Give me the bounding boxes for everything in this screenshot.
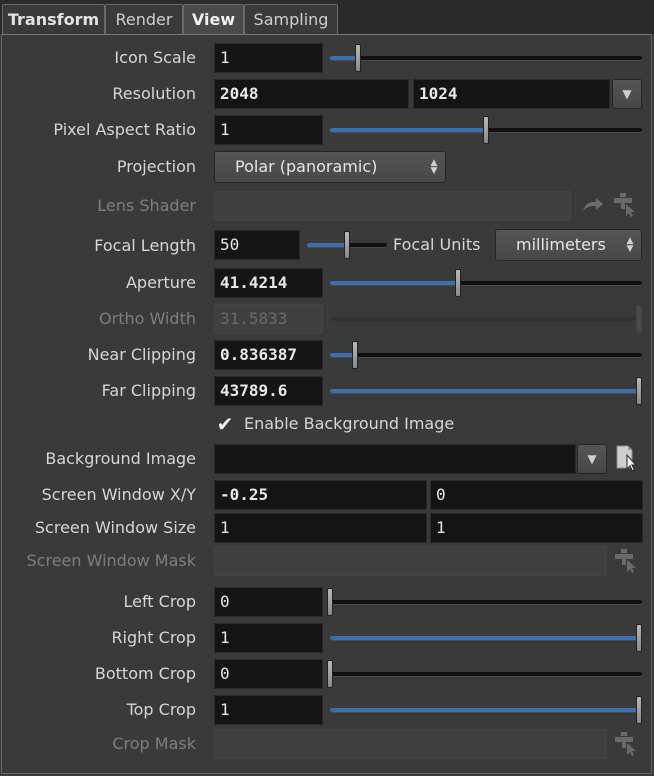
screen-window-y-field[interactable]: 0 <box>430 480 643 510</box>
screen-window-x-field[interactable]: -0.25 <box>214 480 427 510</box>
tab-view[interactable]: View <box>183 4 244 34</box>
node-chooser-icon[interactable] <box>611 728 641 758</box>
top-crop-slider-handle[interactable] <box>636 696 642 724</box>
projection-menu-value: Polar (panoramic) <box>235 157 378 176</box>
icon-scale-slider-handle[interactable] <box>355 44 362 72</box>
pixel-aspect-ratio-field[interactable]: 1 <box>214 115 323 145</box>
screen-window-size-y-field[interactable]: 1 <box>430 513 643 543</box>
background-image-field[interactable] <box>214 444 576 474</box>
top-crop-field[interactable]: 1 <box>214 695 323 725</box>
near-clipping-field[interactable]: 0.836387 <box>214 340 323 370</box>
tab-render[interactable]: Render <box>105 4 183 34</box>
enable-background-image-checkbox[interactable]: ✔ <box>214 413 236 435</box>
focal-length-label: Focal Length <box>94 236 196 255</box>
screen-window-mask-label: Screen Window Mask <box>26 551 196 570</box>
crop-mask-field[interactable] <box>214 729 607 759</box>
resolution-x-field[interactable]: 2048 <box>214 79 409 109</box>
tab-bar: Transform Render View Sampling <box>0 0 654 34</box>
tab-sampling[interactable]: Sampling <box>244 4 338 34</box>
icon-scale-slider[interactable] <box>330 56 642 60</box>
aperture-field[interactable]: 41.4214 <box>214 268 323 298</box>
icon-scale-label: Icon Scale <box>114 48 196 67</box>
bottom-crop-slider[interactable] <box>330 672 642 676</box>
ortho-width-field[interactable]: 31.5833 <box>214 304 323 334</box>
top-crop-label: Top Crop <box>126 700 196 719</box>
focal-units-label: Focal Units <box>393 235 481 254</box>
up-down-arrows-icon: ▲ ▼ <box>430 158 438 176</box>
resolution-label: Resolution <box>112 84 196 103</box>
ortho-width-slider[interactable] <box>330 317 642 321</box>
projection-label: Projection <box>116 157 196 176</box>
ortho-width-label: Ortho Width <box>99 309 196 328</box>
node-chooser-icon[interactable] <box>610 189 640 219</box>
file-chooser-icon[interactable] <box>612 442 642 472</box>
aperture-slider[interactable] <box>330 281 642 285</box>
chevron-down-icon: ▼ <box>587 452 597 466</box>
pixel-aspect-ratio-slider-handle[interactable] <box>483 116 489 144</box>
near-clipping-label: Near Clipping <box>87 345 196 364</box>
ortho-width-slider-handle[interactable] <box>636 305 642 333</box>
icon-scale-field[interactable]: 1 <box>214 43 323 73</box>
focal-length-slider-handle[interactable] <box>344 231 350 259</box>
pixel-aspect-ratio-label: Pixel Aspect Ratio <box>53 120 196 139</box>
aperture-label: Aperture <box>125 273 196 292</box>
focal-length-field[interactable]: 50 <box>214 230 300 260</box>
screen-window-size-x-field[interactable]: 1 <box>214 513 427 543</box>
crop-mask-label: Crop Mask <box>112 734 196 753</box>
far-clipping-slider[interactable] <box>330 389 642 393</box>
chevron-down-icon: ▼ <box>622 87 632 101</box>
near-clipping-slider-handle[interactable] <box>351 341 358 369</box>
top-crop-slider[interactable] <box>330 708 642 712</box>
tab-transform[interactable]: Transform <box>2 4 105 34</box>
up-down-arrows-icon: ▲ ▼ <box>626 236 634 254</box>
screen-window-mask-field[interactable] <box>214 546 607 576</box>
enable-background-image-label[interactable]: Enable Background Image <box>244 412 454 436</box>
left-crop-slider-handle[interactable] <box>327 588 333 616</box>
aperture-slider-handle[interactable] <box>454 269 461 297</box>
focal-units-menu-value: millimeters <box>516 235 606 254</box>
bottom-crop-field[interactable]: 0 <box>214 659 323 689</box>
far-clipping-field[interactable]: 43789.6 <box>214 376 323 406</box>
right-crop-slider[interactable] <box>330 636 642 640</box>
focal-units-menu[interactable]: millimeters ▲ ▼ <box>495 229 642 261</box>
left-crop-field[interactable]: 0 <box>214 587 323 617</box>
projection-menu[interactable]: Polar (panoramic) ▲ ▼ <box>214 151 446 183</box>
right-crop-label: Right Crop <box>111 628 196 647</box>
bottom-crop-label: Bottom Crop <box>94 664 196 683</box>
background-image-dropdown[interactable]: ▼ <box>577 444 607 474</box>
right-crop-field[interactable]: 1 <box>214 623 323 653</box>
screen-window-xy-label: Screen Window X/Y <box>41 485 196 504</box>
node-chooser-icon[interactable] <box>611 545 641 575</box>
lens-shader-label: Lens Shader <box>97 196 196 215</box>
left-crop-slider[interactable] <box>330 600 642 604</box>
screen-window-size-label: Screen Window Size <box>34 518 196 537</box>
resolution-preset-dropdown[interactable]: ▼ <box>612 79 642 109</box>
bottom-crop-slider-handle[interactable] <box>327 660 333 688</box>
resolution-y-field[interactable]: 1024 <box>413 79 610 109</box>
far-clipping-label: Far Clipping <box>101 381 196 400</box>
right-crop-slider-handle[interactable] <box>636 624 642 652</box>
far-clipping-slider-handle[interactable] <box>636 377 642 405</box>
left-crop-label: Left Crop <box>123 592 196 611</box>
checkmark-icon: ✔ <box>216 412 234 436</box>
background-image-label: Background Image <box>45 449 196 468</box>
near-clipping-slider[interactable] <box>330 353 642 357</box>
jump-to-operator-icon[interactable] <box>578 191 608 221</box>
lens-shader-field[interactable] <box>214 191 571 221</box>
